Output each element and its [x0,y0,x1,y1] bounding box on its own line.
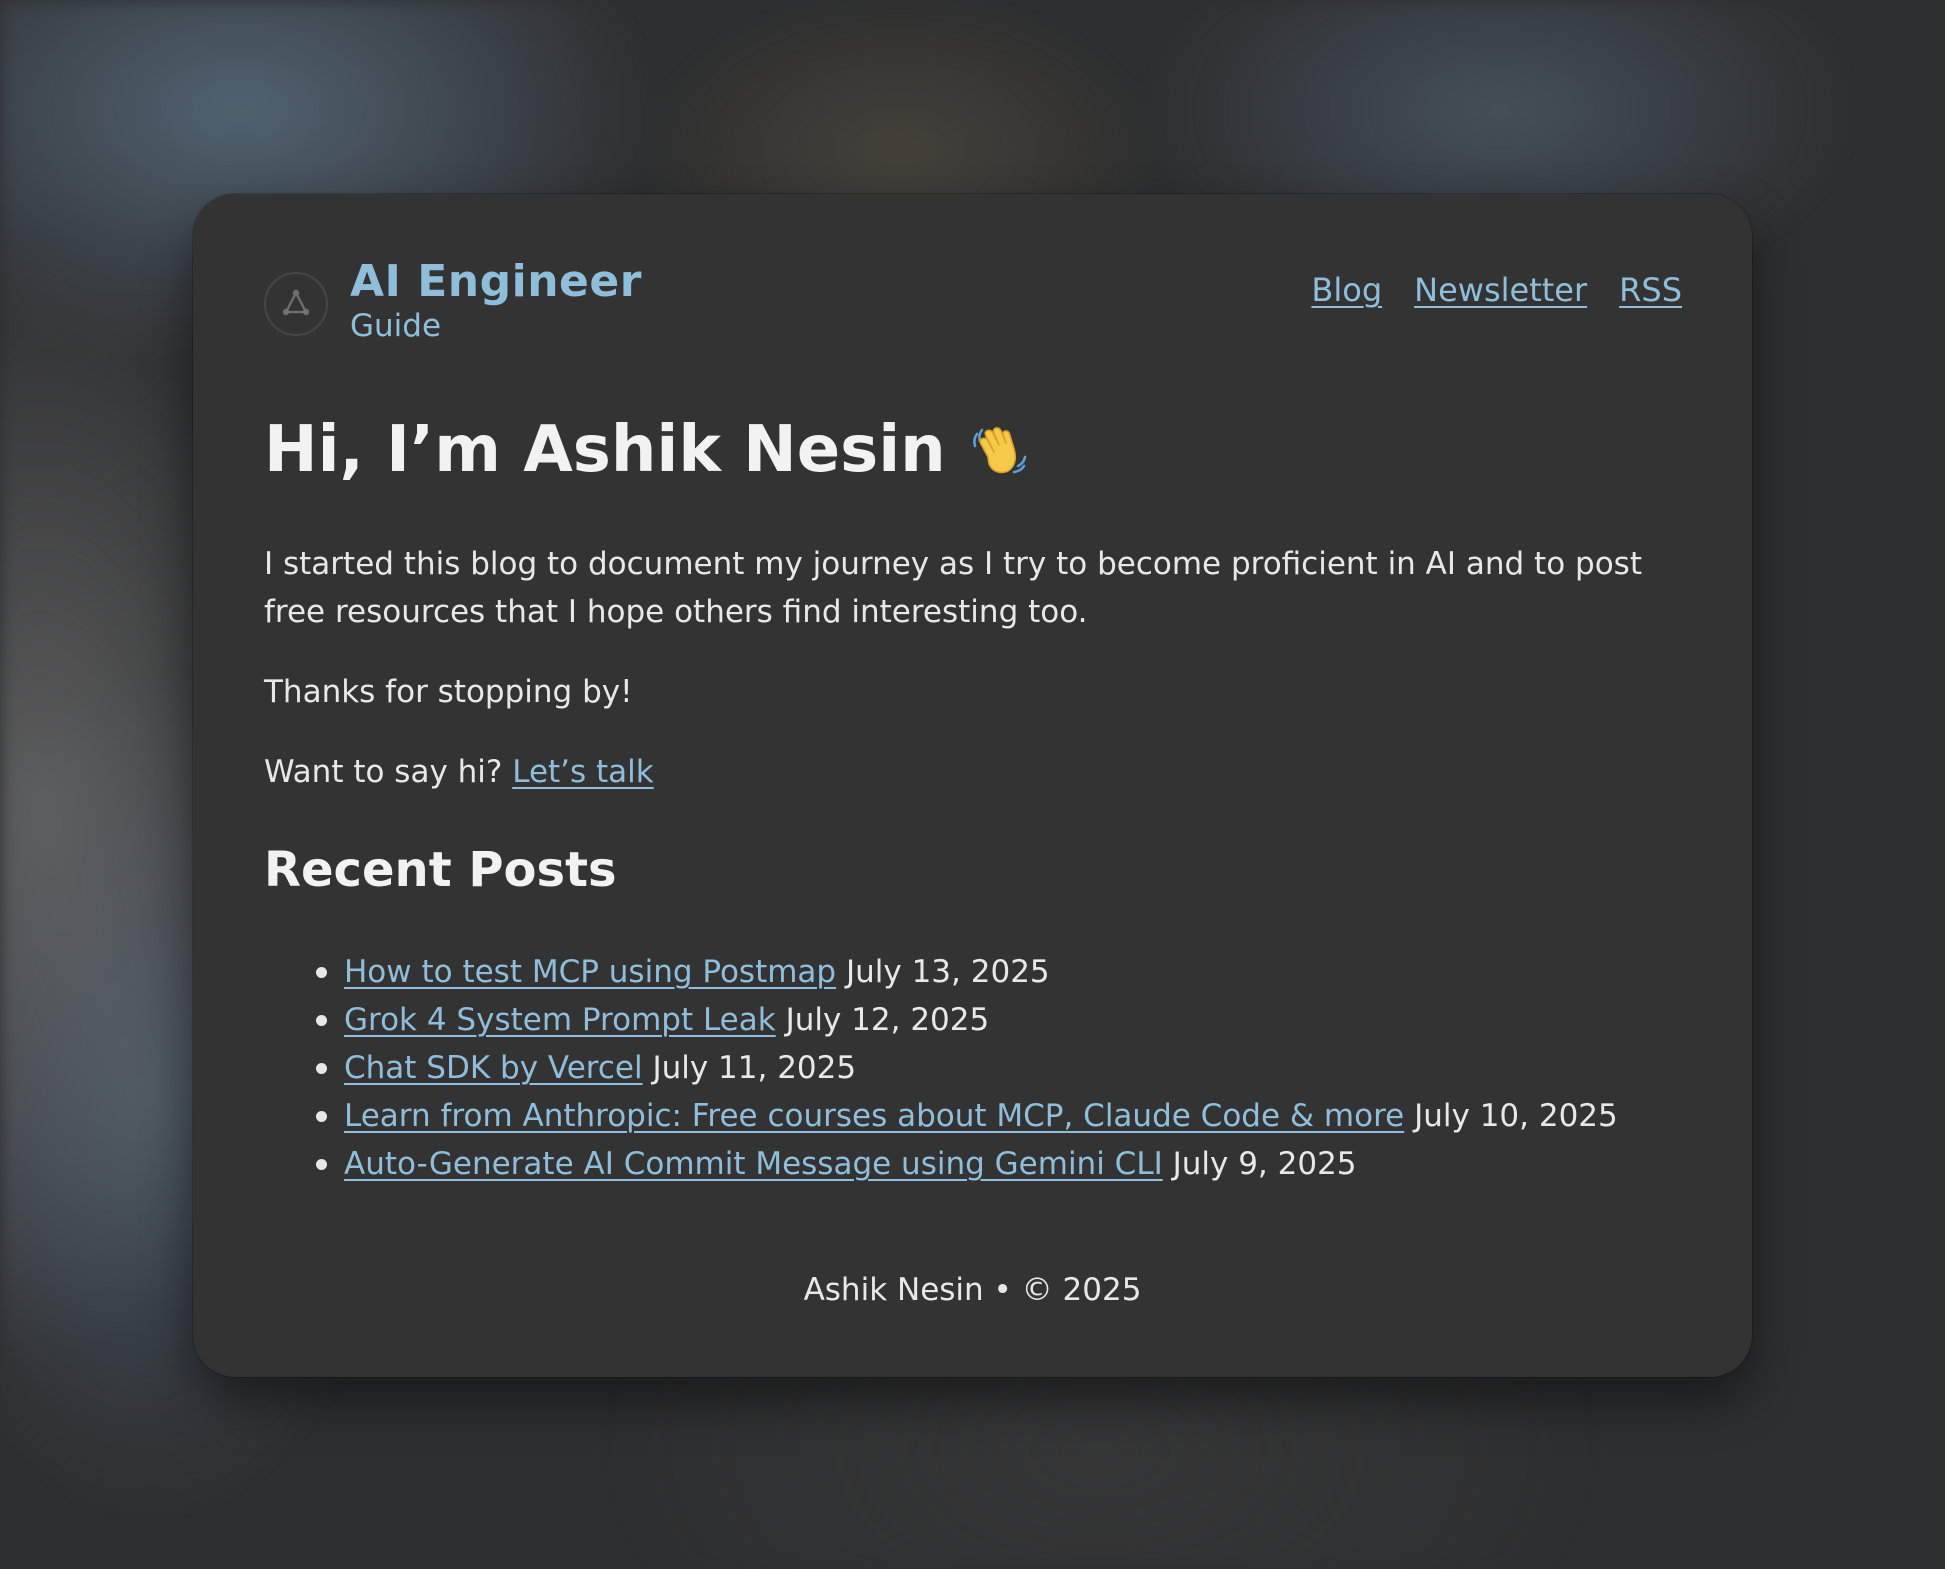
post-date: July 12, 2025 [785,1002,990,1038]
bullet-icon [316,1111,327,1122]
intro-paragraph: I started this blog to document my journ… [264,546,1642,630]
post-link[interactable]: Grok 4 System Prompt Leak [344,1002,776,1038]
nav-link-blog[interactable]: Blog [1311,268,1382,312]
post-date: July 11, 2025 [652,1050,857,1086]
post-link[interactable]: Auto-Generate AI Commit Message using Ge… [344,1146,1163,1182]
post-date: July 9, 2025 [1172,1146,1357,1182]
contact-prefix: Want to say hi? [264,754,503,790]
post-link[interactable]: How to test MCP using Postmap [344,954,836,990]
thanks-paragraph: Thanks for stopping by! [264,674,633,710]
post-date: July 13, 2025 [845,954,1050,990]
lets-talk-link[interactable]: Let’s talk [512,754,654,790]
recent-posts-title: Recent Posts [264,842,617,898]
post-date: July 10, 2025 [1414,1098,1618,1134]
bullet-icon [316,1159,327,1170]
site-subtitle: Guide [350,308,442,344]
waving-hand-icon [968,417,1034,483]
site-footer: Ashik Nesin • © 2025 [803,1272,1142,1308]
site-logo-link[interactable]: AI Engineer Guide [264,256,642,344]
list-item: Learn from Anthropic: Free courses about… [316,1092,1764,1140]
main-nav: Blog Newsletter RSS [1311,268,1682,312]
contact-paragraph: Want to say hi? Let’s talk [264,748,1684,796]
list-item: Chat SDK by Vercel July 11, 2025 [316,1044,1764,1092]
content-card: AI Engineer Guide Blog Newsletter RSS Hi… [193,194,1752,1377]
post-link[interactable]: Chat SDK by Vercel [344,1050,643,1086]
post-link[interactable]: Learn from Anthropic: Free courses about… [344,1098,1404,1134]
recent-posts-list: How to test MCP using Postmap July 13, 2… [264,948,1764,1188]
bullet-icon [316,1063,327,1074]
hero-heading-text: Hi, I’m Ashik Nesin [264,413,946,487]
bullet-icon [316,967,327,978]
bullet-icon [316,1015,327,1026]
nav-link-newsletter[interactable]: Newsletter [1414,268,1587,312]
list-item: Grok 4 System Prompt Leak July 12, 2025 [316,996,1764,1044]
network-triangle-icon [264,272,328,336]
list-item: Auto-Generate AI Commit Message using Ge… [316,1140,1764,1188]
nav-link-rss[interactable]: RSS [1619,268,1682,312]
hero-heading: Hi, I’m Ashik Nesin [264,410,1034,490]
list-item: How to test MCP using Postmap July 13, 2… [316,948,1764,996]
site-title: AI Engineer [350,256,642,307]
site-header: AI Engineer Guide Blog Newsletter RSS [264,256,1682,346]
site-branding: AI Engineer Guide [350,256,642,344]
